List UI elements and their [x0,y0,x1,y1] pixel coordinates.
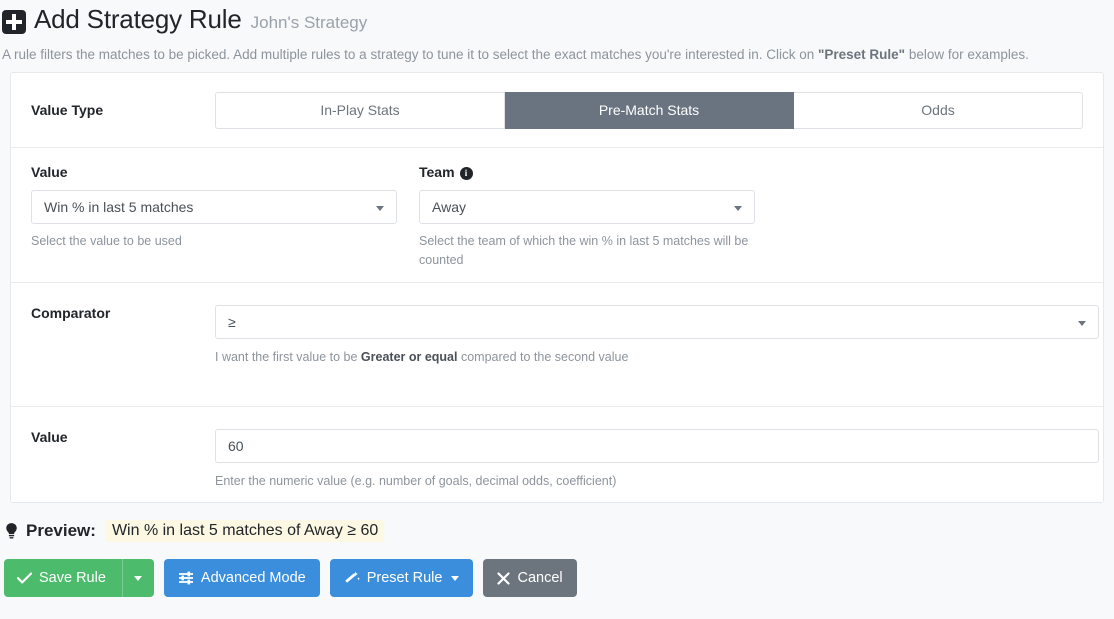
comparator-help-before: I want the first value to be [215,350,361,364]
section-value-team: Value Win % in last 5 matches Select the… [11,147,1103,282]
numeric-value-input[interactable] [215,429,1099,463]
chevron-down-icon [734,206,742,211]
numeric-value-field-group: Enter the numeric value (e.g. number of … [215,429,1099,491]
team-label-text: Team [419,164,455,180]
page-header: Add Strategy Rule John's Strategy A rule… [0,0,1114,62]
team-select-value: Away [432,191,466,223]
comparator-select[interactable]: ≥ [215,305,1099,339]
comparator-row: Comparator ≥ I want the first value to b… [31,305,1083,367]
comparator-help-emphasis: Greater or equal [361,350,458,364]
comparator-select-value: ≥ [228,306,236,338]
close-x-icon [497,572,510,585]
team-help-text: Select the team of which the win % in la… [419,232,751,270]
save-rule-dropdown-toggle[interactable] [122,559,154,597]
section-comparator: Comparator ≥ I want the first value to b… [11,282,1103,406]
section-numeric-value: Value Enter the numeric value (e.g. numb… [11,406,1103,502]
tab-odds[interactable]: Odds [794,92,1083,129]
value-field-group: Value Win % in last 5 matches Select the… [31,164,397,251]
cancel-button[interactable]: Cancel [483,559,576,597]
value-select[interactable]: Win % in last 5 matches [31,190,397,224]
lead-preset-rule-emphasis: "Preset Rule" [818,47,905,62]
comparator-field-group: ≥ I want the first value to be Greater o… [215,305,1099,367]
preview-text: Win % in last 5 matches of Away ≥ 60 [106,520,384,542]
chevron-down-icon [451,576,459,581]
value-label: Value [31,164,397,180]
page-description: A rule filters the matches to be picked.… [0,47,1104,62]
lightbulb-icon [4,523,19,540]
chevron-down-icon [376,206,384,211]
lead-text-after: below for examples. [905,47,1029,62]
advanced-mode-label: Advanced Mode [201,570,306,586]
tab-pre-match-stats[interactable]: Pre-Match Stats [505,92,794,129]
numeric-value-row: Value Enter the numeric value (e.g. numb… [31,429,1083,491]
preview-label: Preview: [26,521,96,541]
preset-rule-label: Preset Rule [367,570,443,586]
value-type-tab-group: In-Play Stats Pre-Match Stats Odds [215,92,1083,129]
plus-square-icon [2,10,26,34]
magic-wand-icon [344,571,360,586]
advanced-mode-button[interactable]: Advanced Mode [164,559,320,597]
save-rule-button[interactable]: Save Rule [4,559,122,597]
title-row: Add Strategy Rule John's Strategy [0,4,1104,40]
preset-rule-button[interactable]: Preset Rule [330,559,474,597]
save-rule-split-button: Save Rule [4,559,154,597]
comparator-help-text: I want the first value to be Greater or … [215,348,1099,367]
value-team-row: Value Win % in last 5 matches Select the… [31,164,1083,270]
check-icon [17,572,32,584]
value-type-label: Value Type [31,102,215,118]
team-label: Teami [419,164,755,180]
numeric-value-help-text: Enter the numeric value (e.g. number of … [215,472,1099,491]
page-title: Add Strategy Rule [34,4,242,35]
comparator-label: Comparator [31,305,215,321]
tab-in-play-stats[interactable]: In-Play Stats [215,92,505,129]
numeric-value-label: Value [31,429,215,445]
chevron-down-icon [134,576,142,581]
cancel-label: Cancel [517,570,562,586]
rule-form-card: Value Type In-Play Stats Pre-Match Stats… [10,72,1104,503]
save-rule-label: Save Rule [39,570,106,586]
action-button-bar: Save Rule Advanced Mode Pre [0,545,1114,597]
value-select-value: Win % in last 5 matches [44,191,193,223]
sliders-icon [178,571,194,585]
team-select[interactable]: Away [419,190,755,224]
info-circle-icon[interactable]: i [460,167,473,180]
strategy-name: John's Strategy [251,13,368,33]
comparator-help-after: compared to the second value [458,350,629,364]
lead-text-before: A rule filters the matches to be picked.… [2,47,818,62]
team-field-group: Teami Away Select the team of which the … [419,164,755,270]
value-help-text: Select the value to be used [31,232,363,251]
chevron-down-icon [1078,321,1086,326]
preview-row: Preview: Win % in last 5 matches of Away… [0,503,1114,545]
section-value-type: Value Type In-Play Stats Pre-Match Stats… [11,73,1103,147]
